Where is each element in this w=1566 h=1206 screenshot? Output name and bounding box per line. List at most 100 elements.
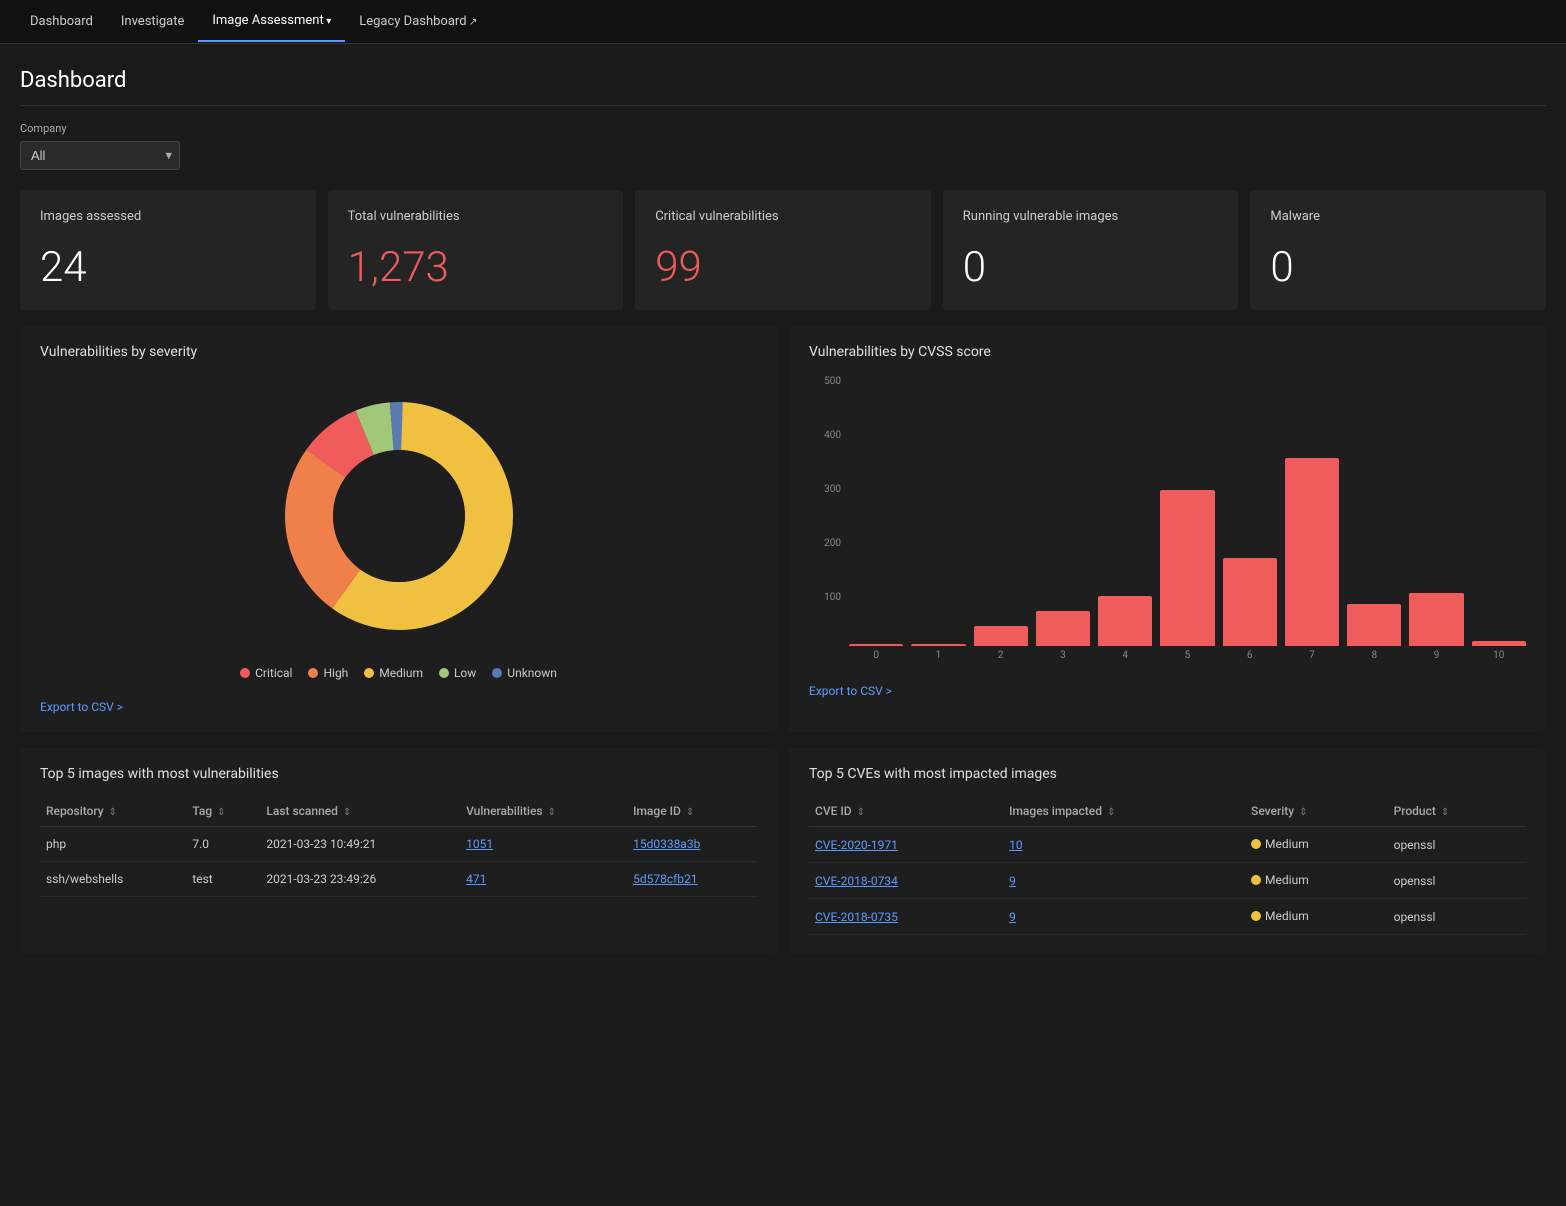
nav-image-assessment[interactable]: Image Assessment: [198, 1, 345, 42]
stat-value-total-vulns: 1,273: [348, 243, 604, 292]
stat-value-images-assessed: 24: [40, 243, 296, 292]
donut-chart-title: Vulnerabilities by severity: [40, 344, 757, 360]
table-row: CVE-2020-1971 10 Medium openssl: [809, 827, 1526, 863]
cell-images-impacted-2[interactable]: 9: [1003, 899, 1245, 935]
top-cves-table: CVE ID ⇕ Images impacted ⇕ Severity ⇕ Pr…: [809, 796, 1526, 935]
nav-bar: Dashboard Investigate Image Assessment L…: [0, 0, 1566, 44]
cell-tag-1: test: [186, 862, 260, 897]
stat-card-images-assessed: Images assessed 24: [20, 190, 316, 310]
company-select-wrap[interactable]: All: [20, 141, 180, 170]
donut-legend: Critical High Medium Low: [240, 666, 557, 680]
top-cves-header-row: CVE ID ⇕ Images impacted ⇕ Severity ⇕ Pr…: [809, 796, 1526, 827]
severity-dot-2: [1251, 911, 1261, 921]
legend-label-critical: Critical: [255, 666, 292, 680]
cell-tag-0: 7.0: [186, 827, 260, 862]
y-label-400: 400: [809, 430, 847, 441]
legend-dot-high: [308, 668, 318, 678]
nav-dashboard[interactable]: Dashboard: [16, 2, 107, 41]
bar-4: [1098, 596, 1152, 646]
cell-cve-id-1[interactable]: CVE-2018-0734: [809, 863, 1003, 899]
stat-card-critical-vulns: Critical vulnerabilities 99: [635, 190, 931, 310]
x-label-8: 8: [1347, 650, 1401, 661]
x-label-9: 9: [1409, 650, 1463, 661]
cell-image-id-1[interactable]: 5d578cfb21: [627, 862, 757, 897]
severity-badge-1: Medium: [1251, 873, 1309, 887]
col-last-scanned[interactable]: Last scanned ⇕: [260, 796, 460, 827]
severity-label-1: Medium: [1265, 873, 1309, 887]
cell-product-2: openssl: [1388, 899, 1526, 935]
stat-label-images-assessed: Images assessed: [40, 208, 296, 226]
stat-label-critical-vulns: Critical vulnerabilities: [655, 208, 911, 226]
legend-medium: Medium: [364, 666, 423, 680]
nav-investigate[interactable]: Investigate: [107, 2, 198, 41]
cell-cve-id-2[interactable]: CVE-2018-0735: [809, 899, 1003, 935]
stat-card-running-vulnerable: Running vulnerable images 0: [943, 190, 1239, 310]
x-label-1: 1: [911, 650, 965, 661]
legend-low: Low: [439, 666, 476, 680]
cell-vulnerabilities-1[interactable]: 471: [460, 862, 627, 897]
cell-vulnerabilities-0[interactable]: 1051: [460, 827, 627, 862]
stat-label-malware: Malware: [1270, 208, 1526, 226]
col-severity[interactable]: Severity ⇕: [1245, 796, 1388, 827]
legend-critical: Critical: [240, 666, 292, 680]
y-label-500: 500: [809, 376, 847, 387]
cell-severity-1: Medium: [1245, 863, 1388, 899]
main-content: Dashboard Company All Images assessed 24…: [0, 44, 1566, 977]
legend-dot-low: [439, 668, 449, 678]
divider: [20, 105, 1546, 106]
legend-label-unknown: Unknown: [507, 666, 557, 680]
legend-dot-medium: [364, 668, 374, 678]
company-select[interactable]: All: [20, 141, 180, 170]
sort-images-impacted-icon: ⇕: [1107, 807, 1115, 818]
cell-image-id-0[interactable]: 15d0338a3b: [627, 827, 757, 862]
nav-legacy-dashboard[interactable]: Legacy Dashboard: [345, 2, 491, 41]
legend-label-low: Low: [454, 666, 476, 680]
cell-repository-0: php: [40, 827, 186, 862]
cell-cve-id-0[interactable]: CVE-2020-1971: [809, 827, 1003, 863]
legend-dot-critical: [240, 668, 250, 678]
legend-unknown: Unknown: [492, 666, 557, 680]
bar-export-link[interactable]: Export to CSV >: [809, 684, 1526, 698]
table-row: ssh/webshells test 2021-03-23 23:49:26 4…: [40, 862, 757, 897]
top-cves-card: Top 5 CVEs with most impacted images CVE…: [789, 748, 1546, 953]
top-images-title: Top 5 images with most vulnerabilities: [40, 766, 757, 782]
top-images-header-row: Repository ⇕ Tag ⇕ Last scanned ⇕ Vulner…: [40, 796, 757, 827]
x-axis: 0 1 2 3 4 5 6 7 8 9 10: [849, 646, 1526, 676]
col-product[interactable]: Product ⇕: [1388, 796, 1526, 827]
stat-cards-row: Images assessed 24 Total vulnerabilities…: [20, 190, 1546, 310]
stat-value-malware: 0: [1270, 243, 1526, 292]
stat-value-running-vulnerable: 0: [963, 243, 1219, 292]
donut-export-link[interactable]: Export to CSV >: [40, 700, 757, 714]
bar-9: [1409, 593, 1463, 646]
col-images-impacted[interactable]: Images impacted ⇕: [1003, 796, 1245, 827]
company-label: Company: [20, 122, 1546, 135]
y-label-200: 200: [809, 538, 847, 549]
y-label-100: 100: [809, 592, 847, 603]
bar-chart-title: Vulnerabilities by CVSS score: [809, 344, 1526, 360]
stat-card-total-vulns: Total vulnerabilities 1,273: [328, 190, 624, 310]
x-label-10: 10: [1472, 650, 1526, 661]
col-image-id[interactable]: Image ID ⇕: [627, 796, 757, 827]
sort-cve-id-icon: ⇕: [857, 807, 865, 818]
stat-label-running-vulnerable: Running vulnerable images: [963, 208, 1219, 226]
col-repository[interactable]: Repository ⇕: [40, 796, 186, 827]
col-vulnerabilities[interactable]: Vulnerabilities ⇕: [460, 796, 627, 827]
legend-label-high: High: [323, 666, 348, 680]
charts-row: Vulnerabilities by severity: [20, 326, 1546, 732]
col-cve-id[interactable]: CVE ID ⇕: [809, 796, 1003, 827]
top-images-card: Top 5 images with most vulnerabilities R…: [20, 748, 777, 953]
cell-product-0: openssl: [1388, 827, 1526, 863]
cell-images-impacted-1[interactable]: 9: [1003, 863, 1245, 899]
bar-5: [1160, 490, 1214, 646]
bar-2: [974, 626, 1028, 646]
bar-3: [1036, 611, 1090, 646]
cell-severity-0: Medium: [1245, 827, 1388, 863]
top-images-table: Repository ⇕ Tag ⇕ Last scanned ⇕ Vulner…: [40, 796, 757, 897]
col-tag[interactable]: Tag ⇕: [186, 796, 260, 827]
stat-label-total-vulns: Total vulnerabilities: [348, 208, 604, 226]
sort-image-id-icon: ⇕: [686, 807, 694, 818]
cell-images-impacted-0[interactable]: 10: [1003, 827, 1245, 863]
y-axis: 500 400 300 200 100: [809, 376, 847, 646]
cell-severity-2: Medium: [1245, 899, 1388, 935]
stat-value-critical-vulns: 99: [655, 243, 911, 292]
